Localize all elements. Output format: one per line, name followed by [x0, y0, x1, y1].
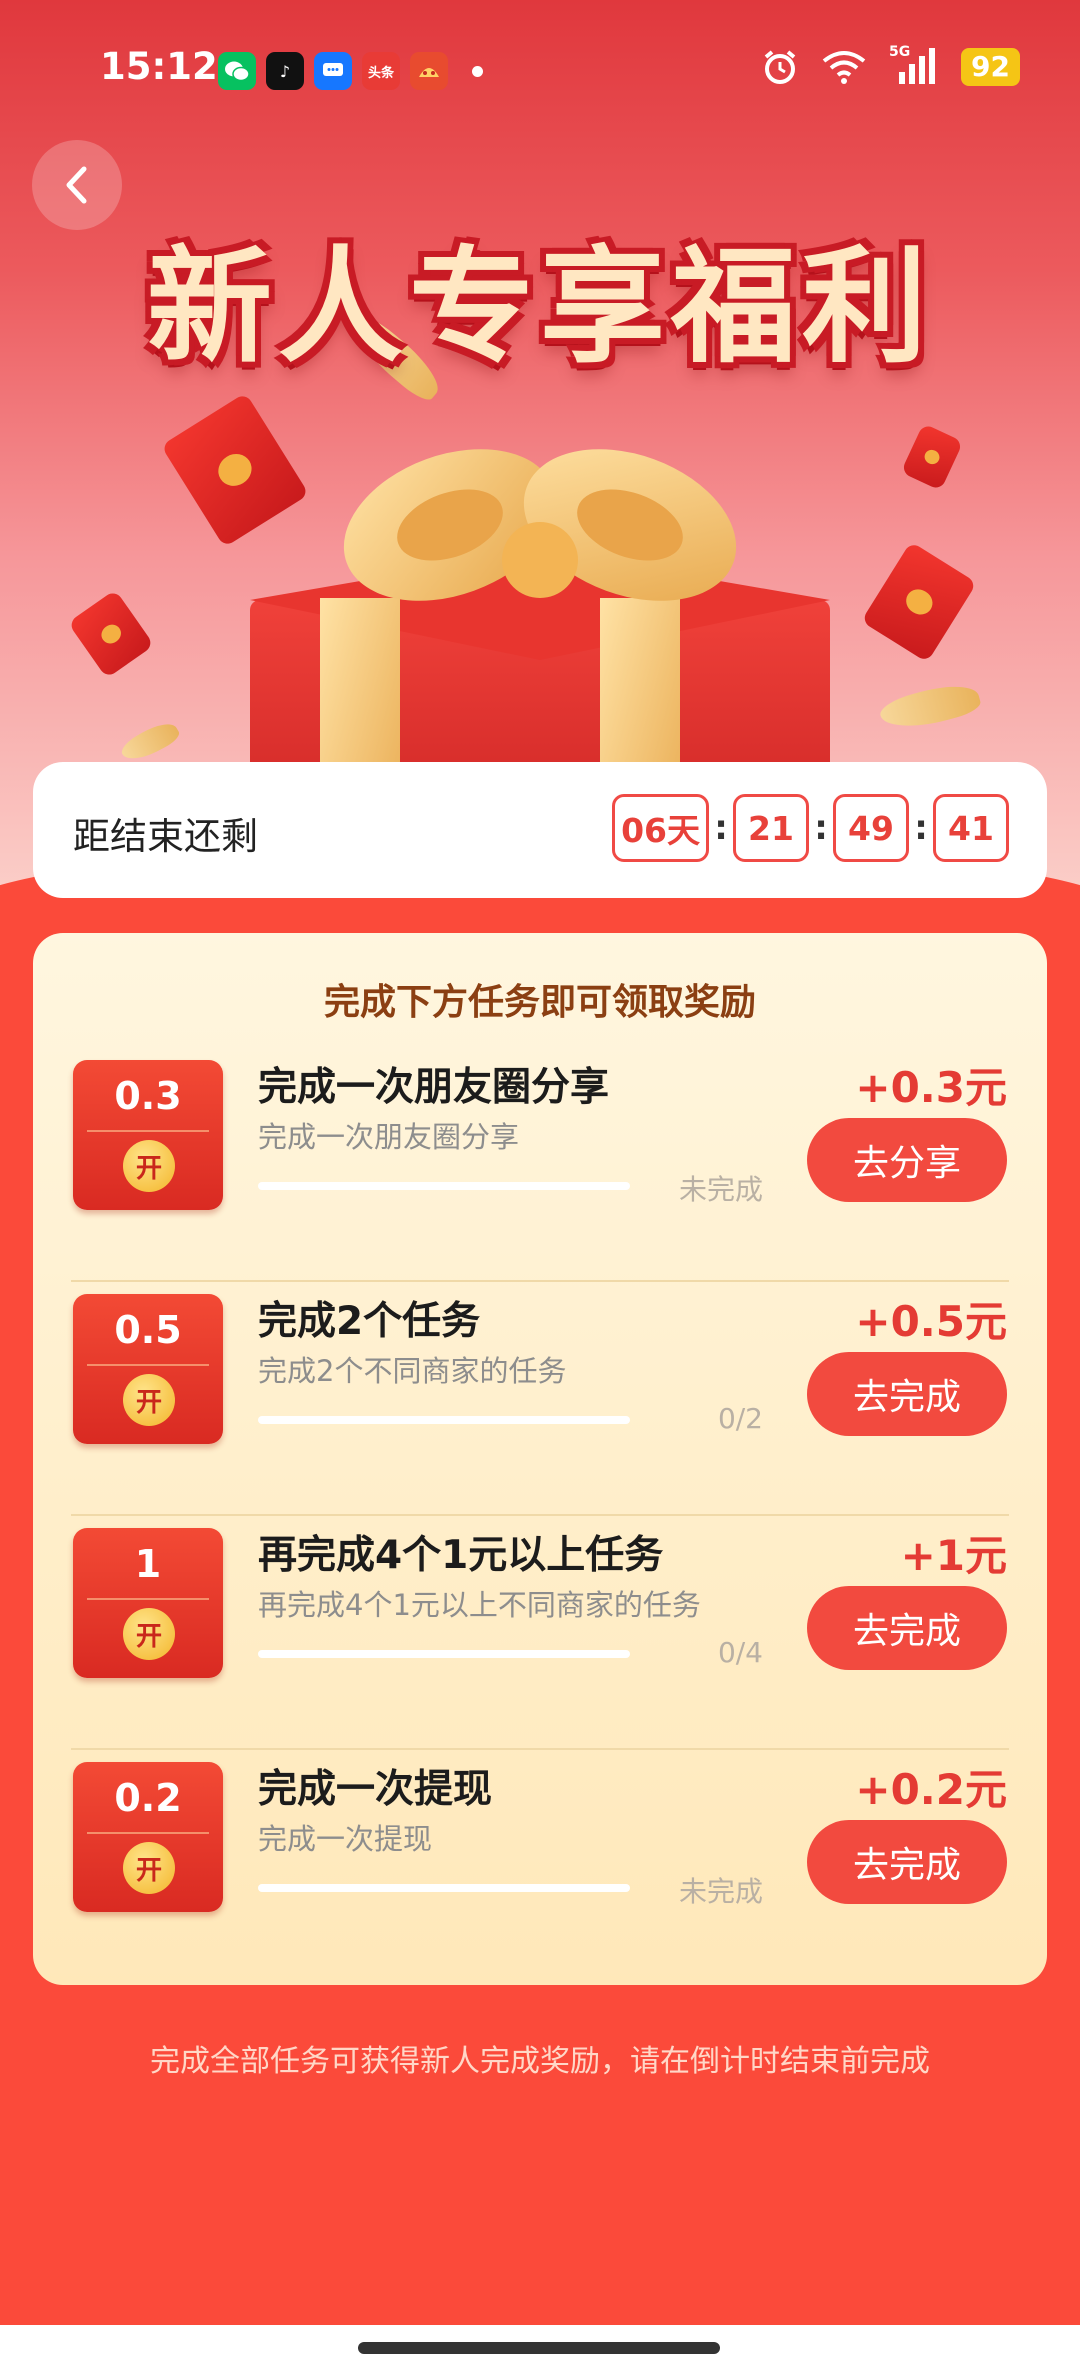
status-time: 15:12 — [100, 45, 218, 88]
task-row: 0.5 开 完成2个任务 完成2个不同商家的任务 0/2 +0.5元 去完成 — [33, 1282, 1047, 1516]
task-progress-bar — [258, 1650, 630, 1658]
task-subtitle: 完成2个不同商家的任务 — [258, 1354, 567, 1388]
task-list: 0.3 开 完成一次朋友圈分享 完成一次朋友圈分享 未完成 +0.3元 去分享 … — [33, 1048, 1047, 1984]
countdown-separator: : — [914, 808, 928, 848]
countdown-minutes: 49 — [833, 794, 909, 862]
open-coin-icon: 开 — [123, 1842, 175, 1894]
app-icon — [410, 52, 448, 90]
countdown-seconds: 41 — [933, 794, 1009, 862]
badge-divider — [87, 1598, 209, 1600]
more-notifications-dot — [472, 65, 483, 77]
alarm-icon — [764, 50, 796, 84]
task-row: 0.3 开 完成一次朋友圈分享 完成一次朋友圈分享 未完成 +0.3元 去分享 — [33, 1048, 1047, 1282]
reward-badge[interactable]: 0.2 开 — [73, 1762, 223, 1912]
reward-badge[interactable]: 0.3 开 — [73, 1060, 223, 1210]
countdown-hours: 21 — [733, 794, 809, 862]
signal-icon: 5G — [889, 44, 939, 86]
task-title: 完成一次朋友圈分享 — [258, 1065, 610, 1110]
countdown-days: 06天 — [612, 794, 709, 862]
system-icons: 5G 92 — [761, 44, 1020, 86]
badge-amount: 0.3 — [114, 1074, 182, 1118]
wifi-icon — [822, 51, 866, 84]
task-card: 完成下方任务即可领取奖励 0.3 开 完成一次朋友圈分享 完成一次朋友圈分享 未… — [33, 933, 1047, 1985]
wechat-icon — [218, 52, 256, 90]
task-subtitle: 完成一次朋友圈分享 — [258, 1120, 520, 1154]
badge-amount: 0.5 — [114, 1308, 182, 1352]
system-nav-bar — [0, 2325, 1080, 2373]
chevron-left-icon — [66, 166, 87, 204]
open-coin-icon: 开 — [123, 1140, 175, 1192]
task-row: 0.2 开 完成一次提现 完成一次提现 未完成 +0.2元 去完成 — [33, 1750, 1047, 1984]
open-coin-icon: 开 — [123, 1608, 175, 1660]
countdown-label: 距结束还剩 — [73, 815, 258, 858]
task-progress-bar — [258, 1416, 630, 1424]
footer-note: 完成全部任务可获得新人完成奖励，请在倒计时结束前完成 — [150, 2044, 930, 2079]
gold-ribbon-decoration — [118, 716, 182, 768]
task-progress-bar — [258, 1182, 630, 1190]
status-bar: 15:12 ♪ 头条 5G 92 — [0, 0, 1080, 140]
task-progress-text: 0/4 — [717, 1636, 763, 1669]
badge-amount: 1 — [134, 1542, 162, 1586]
back-button[interactable] — [32, 140, 122, 230]
complete-button[interactable]: 去完成 — [807, 1352, 1007, 1436]
complete-button[interactable]: 去完成 — [807, 1820, 1007, 1904]
countdown-separator: : — [714, 808, 728, 848]
task-subtitle: 完成一次提现 — [258, 1822, 433, 1856]
douyin-icon: ♪ — [266, 52, 304, 90]
task-reward: +1元 — [900, 1531, 1007, 1580]
red-envelope-decoration — [67, 589, 155, 679]
reward-badge[interactable]: 1 开 — [73, 1528, 223, 1678]
toutiao-icon: 头条 — [362, 52, 400, 90]
task-progress-text: 未完成 — [678, 1173, 763, 1206]
task-reward: +0.2元 — [855, 1765, 1007, 1814]
reward-badge[interactable]: 0.5 开 — [73, 1294, 223, 1444]
countdown-separator: : — [814, 808, 828, 848]
countdown-timer: 06天 : 21 : 49 : 41 — [612, 794, 1009, 862]
share-button[interactable]: 去分享 — [807, 1118, 1007, 1202]
open-coin-icon: 开 — [123, 1374, 175, 1426]
task-title: 完成2个任务 — [258, 1299, 481, 1344]
badge-divider — [87, 1364, 209, 1366]
task-reward: +0.3元 — [855, 1063, 1007, 1112]
task-row: 1 开 再完成4个1元以上任务 再完成4个1元以上不同商家的任务 0/4 +1元… — [33, 1516, 1047, 1750]
red-envelope-decoration — [900, 423, 964, 491]
red-envelope-decoration — [861, 541, 977, 663]
task-progress-text: 0/2 — [717, 1402, 763, 1435]
hero-title: 新人专享福利 — [147, 235, 933, 380]
badge-divider — [87, 1832, 209, 1834]
notification-app-icons: ♪ 头条 — [218, 52, 483, 90]
gold-ribbon-decoration — [877, 677, 983, 737]
task-progress-text: 未完成 — [678, 1875, 763, 1908]
home-gesture-handle[interactable] — [358, 2342, 720, 2354]
battery-indicator: 92 — [961, 48, 1020, 86]
task-title: 再完成4个1元以上任务 — [258, 1533, 664, 1578]
task-reward: +0.5元 — [855, 1297, 1007, 1346]
countdown-card: 距结束还剩 06天 : 21 : 49 : 41 — [33, 762, 1047, 898]
complete-button[interactable]: 去完成 — [807, 1586, 1007, 1670]
badge-amount: 0.2 — [114, 1776, 182, 1820]
task-progress-bar — [258, 1884, 630, 1892]
task-title: 完成一次提现 — [258, 1767, 493, 1812]
task-subtitle: 再完成4个1元以上不同商家的任务 — [258, 1588, 701, 1622]
message-icon — [314, 52, 352, 90]
task-card-heading: 完成下方任务即可领取奖励 — [323, 982, 756, 1023]
badge-divider — [87, 1130, 209, 1132]
